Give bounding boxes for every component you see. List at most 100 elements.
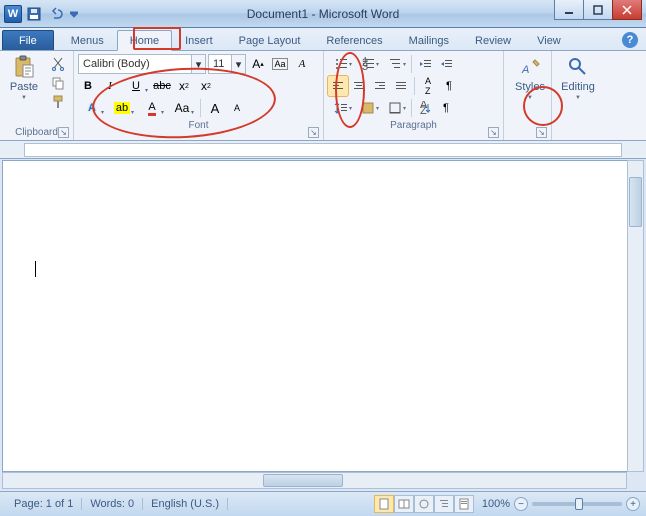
scrollbar-thumb[interactable]: [629, 177, 642, 227]
zoom-in-button[interactable]: +: [626, 497, 640, 511]
justify-icon[interactable]: [391, 76, 411, 96]
zoom-out-button[interactable]: −: [514, 497, 528, 511]
print-layout-view-icon[interactable]: [374, 495, 394, 513]
font-color-icon[interactable]: A: [138, 98, 166, 118]
separator: [200, 99, 201, 117]
paste-label: Paste: [10, 81, 38, 93]
tab-page-layout[interactable]: Page Layout: [226, 30, 314, 50]
minimize-button[interactable]: [554, 0, 584, 20]
paste-button[interactable]: Paste ▼: [4, 53, 44, 126]
font-group-label: Font: [78, 119, 319, 133]
document-area[interactable]: [2, 160, 644, 472]
highlight-icon[interactable]: ab: [108, 98, 136, 118]
grow-font-2-icon[interactable]: A: [205, 98, 225, 118]
styles-label: Styles: [515, 81, 545, 93]
zoom-level[interactable]: 100%: [482, 498, 510, 510]
clear-formatting-icon[interactable]: A: [292, 54, 312, 74]
sort-icon[interactable]: AZ: [418, 76, 438, 96]
decrease-indent-icon[interactable]: [415, 54, 435, 74]
tab-menus[interactable]: Menus: [58, 30, 117, 50]
title-bar: W Document1 - Microsoft Word: [0, 0, 646, 28]
chevron-down-icon: ▾: [191, 55, 205, 73]
clipboard-dialog-launcher[interactable]: [58, 127, 69, 138]
align-left-icon[interactable]: [328, 76, 348, 96]
shading-icon[interactable]: [355, 98, 381, 118]
save-icon[interactable]: [24, 4, 44, 24]
grow-font-icon[interactable]: A▴: [248, 54, 268, 74]
tab-home[interactable]: Home: [117, 30, 172, 51]
copy-icon[interactable]: [48, 74, 68, 92]
close-button[interactable]: [612, 0, 642, 20]
status-page[interactable]: Page: 1 of 1: [6, 498, 82, 510]
line-spacing-icon[interactable]: [328, 98, 354, 118]
italic-icon[interactable]: I: [100, 76, 120, 96]
numbering-icon[interactable]: 123: [355, 54, 381, 74]
cut-icon[interactable]: [48, 55, 68, 73]
text-effects-icon[interactable]: A: [78, 98, 106, 118]
outline-view-icon[interactable]: [434, 495, 454, 513]
zoom-slider-knob[interactable]: [575, 498, 583, 510]
subscript-icon[interactable]: x2: [174, 76, 194, 96]
chevron-down-icon: ▾: [231, 55, 245, 73]
scrollbar-thumb[interactable]: [263, 474, 343, 487]
text-cursor: [35, 261, 36, 277]
svg-text:A: A: [521, 64, 529, 76]
tab-insert[interactable]: Insert: [172, 30, 226, 50]
tab-review[interactable]: Review: [462, 30, 524, 50]
status-language[interactable]: English (U.S.): [143, 498, 228, 510]
group-styles: A Styles ▼: [504, 51, 552, 140]
separator: [414, 77, 415, 95]
horizontal-scrollbar[interactable]: [2, 472, 627, 489]
font-size-combo[interactable]: 11▾: [208, 54, 246, 74]
ribbon: Paste ▼ Clipboard Calibri (Body)▾ 11▾ A▴…: [0, 51, 646, 141]
change-case-icon[interactable]: Aa: [270, 54, 290, 74]
word-app-icon[interactable]: W: [4, 5, 22, 23]
page[interactable]: [27, 161, 619, 471]
align-right-icon[interactable]: [370, 76, 390, 96]
editing-button[interactable]: Editing ▼: [556, 53, 600, 101]
superscript-icon[interactable]: x2: [196, 76, 216, 96]
sort2-icon[interactable]: AZ: [415, 98, 435, 118]
maximize-button[interactable]: [583, 0, 613, 20]
horizontal-ruler[interactable]: [0, 141, 646, 159]
underline-icon[interactable]: U: [122, 76, 150, 96]
strikethrough-icon[interactable]: abc: [152, 76, 172, 96]
styles-dialog-launcher[interactable]: [536, 127, 547, 138]
svg-text:3: 3: [362, 61, 368, 71]
help-icon[interactable]: ?: [622, 32, 638, 48]
show-marks-icon[interactable]: ¶: [439, 76, 459, 96]
bullets-icon[interactable]: [328, 54, 354, 74]
shrink-font-icon[interactable]: A: [227, 98, 247, 118]
align-center-icon[interactable]: [349, 76, 369, 96]
ruler-strip: [24, 143, 622, 157]
web-layout-icon[interactable]: [414, 495, 434, 513]
increase-indent-icon[interactable]: [436, 54, 456, 74]
tab-references[interactable]: References: [313, 30, 395, 50]
paragraph-dialog-launcher[interactable]: [488, 127, 499, 138]
bold-icon[interactable]: B: [78, 76, 98, 96]
status-words[interactable]: Words: 0: [82, 498, 143, 510]
font-name-combo[interactable]: Calibri (Body) ▾: [78, 54, 206, 74]
character-shading-icon[interactable]: Aa: [168, 98, 196, 118]
tab-view[interactable]: View: [524, 30, 574, 50]
window-controls: [555, 0, 642, 20]
qat-customize-icon[interactable]: [68, 4, 80, 24]
tab-mailings[interactable]: Mailings: [396, 30, 462, 50]
draft-view-icon[interactable]: [454, 495, 474, 513]
full-screen-reading-icon[interactable]: [394, 495, 414, 513]
font-dialog-launcher[interactable]: [308, 127, 319, 138]
font-name-value: Calibri (Body): [83, 58, 150, 70]
format-painter-icon[interactable]: [48, 93, 68, 111]
zoom-slider[interactable]: [532, 502, 622, 506]
group-paragraph: 123 AZ ¶ AZ ¶ Paragraph: [324, 51, 504, 140]
zoom-controls: 100% − +: [482, 497, 640, 511]
tab-file[interactable]: File: [2, 30, 54, 50]
multilevel-list-icon[interactable]: [382, 54, 408, 74]
paragraph-group-label: Paragraph: [328, 119, 499, 133]
undo-icon[interactable]: [46, 4, 66, 24]
styles-button[interactable]: A Styles ▼: [508, 53, 552, 101]
pilcrow2-icon[interactable]: ¶: [436, 98, 456, 118]
borders-icon[interactable]: [382, 98, 408, 118]
vertical-scrollbar[interactable]: [627, 160, 644, 472]
separator: [411, 99, 412, 117]
